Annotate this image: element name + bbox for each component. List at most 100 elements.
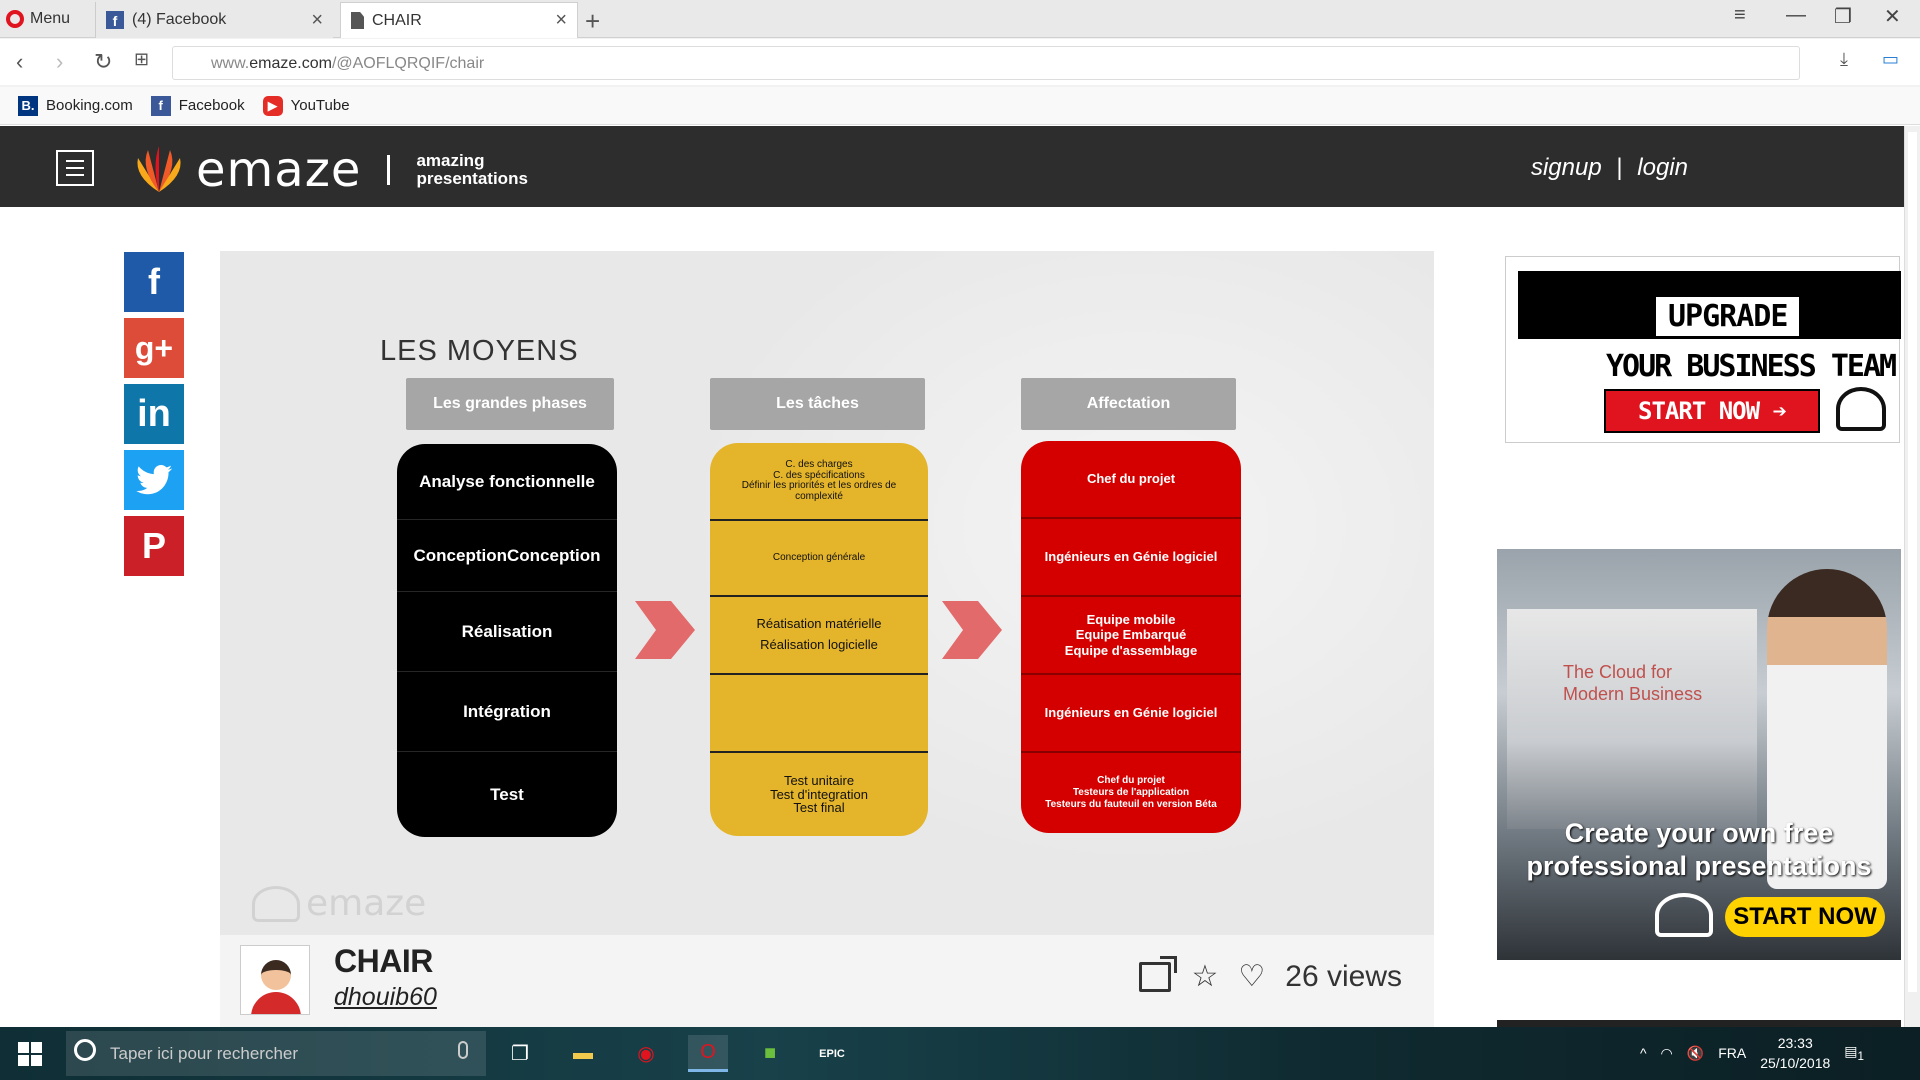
bookmark-label: YouTube [290, 97, 350, 114]
tab-menu-icon[interactable]: ≡ [1734, 4, 1746, 27]
reload-button[interactable]: ↻ [94, 49, 112, 75]
notifications-icon[interactable]: ▤1 [1844, 1043, 1864, 1063]
close-tab-icon[interactable]: × [555, 9, 567, 32]
affectation-line: Testeurs du fauteuil en version Béta [1045, 799, 1217, 810]
cortana-icon[interactable] [74, 1039, 96, 1061]
signup-link[interactable]: signup [1531, 154, 1602, 181]
ad-headline: Create your own free professional presen… [1497, 817, 1901, 883]
address-bar[interactable]: www.emaze.com/@AOFLQRQIF/chair [172, 46, 1800, 80]
phase-label: Analyse fonctionnelle [419, 471, 595, 491]
share-facebook-button[interactable]: f [124, 252, 184, 312]
header-affectation: Affectation [1021, 378, 1236, 430]
presentation-slide[interactable]: LES MOYENS Les grandes phases Les tâches… [220, 251, 1434, 935]
twitter-bird-icon [136, 465, 172, 495]
hamburger-menu-button[interactable] [56, 150, 94, 186]
clock[interactable]: 23:33 25/10/2018 [1760, 1033, 1830, 1073]
notification-count: 1 [1857, 1049, 1864, 1063]
youtube-icon: ▶ [262, 95, 283, 116]
tache-cell: C. des charges C. des spécifications Déf… [710, 443, 928, 521]
bookmark-label: Booking.com [46, 97, 133, 114]
tache-line: C. des charges [785, 459, 853, 470]
share-pinterest-button[interactable]: P [124, 516, 184, 576]
taskbar-search-input[interactable]: Taper ici pour rechercher [66, 1031, 486, 1076]
affectation-line: Equipe d'assemblage [1064, 642, 1198, 658]
affectation-cell: Chef du projet Testeurs de l'application… [1021, 753, 1241, 833]
share-googleplus-button[interactable]: g+ [124, 318, 184, 378]
close-tab-icon[interactable]: × [311, 9, 323, 32]
tab-chair[interactable]: CHAIR × [340, 2, 578, 38]
bookmark-booking[interactable]: B. Booking.com [18, 95, 133, 116]
bookmark-facebook[interactable]: f Facebook [150, 95, 245, 116]
clock-date: 25/10/2018 [1760, 1055, 1831, 1071]
login-link[interactable]: login [1637, 154, 1688, 181]
epic-games-icon[interactable]: EPIC [812, 1035, 852, 1072]
minimize-button[interactable]: — [1786, 4, 1806, 27]
ad-start-now-button[interactable]: START NOW [1725, 897, 1885, 937]
tache-line: complexité [795, 490, 843, 502]
watermark-text: emaze [306, 883, 427, 924]
avatar-head [261, 960, 291, 990]
opera-menu-button[interactable]: Menu [6, 6, 70, 32]
ad-headline-line: professional presentations [1526, 851, 1872, 881]
windows-taskbar: Taper ici pour rechercher ❐ ▬ ◉ O ■ EPIC… [0, 1027, 1920, 1080]
phase-cell: Réalisation [397, 592, 617, 672]
maximize-button[interactable]: ❐ [1834, 4, 1852, 29]
tab-facebook[interactable]: f (4) Facebook × [95, 2, 333, 38]
speed-dial-icon[interactable]: ⊞ [134, 49, 149, 70]
language-indicator[interactable]: FRA [1718, 1045, 1746, 1061]
site-header: emaze amazing presentations signup | log… [0, 126, 1904, 207]
opera-taskbar-icon[interactable]: O [688, 1035, 728, 1072]
emaze-logo[interactable]: emaze amazing presentations [130, 142, 528, 198]
store-icon[interactable]: ■ [750, 1035, 790, 1072]
ad-upgrade-banner[interactable]: UPGRADE YOUR BUSINESS TEAM START NOW ➔ [1505, 256, 1901, 443]
system-tray: ^ ◠ 🔇 FRA 23:33 25/10/2018 ▤1 [1640, 1033, 1864, 1073]
forward-button[interactable]: › [56, 49, 63, 75]
tache-cell: Réatisation matérielle Réalisation logic… [710, 597, 928, 675]
ad-screen-text: The Cloud for Modern Business [1563, 661, 1702, 705]
volume-icon[interactable]: 🔇 [1687, 1045, 1704, 1062]
auth-separator: | [1616, 154, 1623, 181]
affectation-cell: Ingénieurs en Génie logiciel [1021, 519, 1241, 597]
pinterest-icon: P [141, 525, 166, 566]
scroll-thumb[interactable] [1908, 132, 1917, 992]
star-icon[interactable]: ☆ [1191, 959, 1218, 994]
tab-bar: Menu f (4) Facebook × CHAIR × + ≡ — ❐ ✕ [0, 0, 1920, 38]
peacock-logo-icon [1655, 893, 1713, 937]
share-icon[interactable] [1139, 955, 1178, 992]
heart-icon[interactable]: ♡ [1238, 959, 1265, 994]
page-scrollbar[interactable] [1904, 126, 1920, 1027]
avatar-body [251, 992, 301, 1014]
avatar[interactable] [240, 945, 310, 1015]
close-window-button[interactable]: ✕ [1884, 4, 1901, 29]
page-icon [351, 12, 364, 29]
ad-start-now-button[interactable]: START NOW ➔ [1604, 389, 1820, 433]
share-linkedin-button[interactable]: in [124, 384, 184, 444]
tab-label: CHAIR [372, 11, 422, 29]
ad-create-presentations[interactable]: The Cloud for Modern Business Create you… [1497, 549, 1901, 960]
windows-start-button[interactable] [18, 1042, 42, 1066]
taches-column: C. des charges C. des spécifications Déf… [710, 443, 928, 836]
bookmark-youtube[interactable]: ▶ YouTube [262, 95, 350, 116]
app-icon-red[interactable]: ◉ [626, 1035, 666, 1072]
sidebar-icon[interactable]: ▭ [1882, 49, 1899, 70]
author-link[interactable]: dhouib60 [334, 983, 437, 1012]
tache-cell: Test unitaire Test d'integration Test fi… [710, 753, 928, 836]
task-view-icon[interactable]: ❐ [500, 1035, 540, 1072]
download-icon[interactable]: ⤓ [1840, 49, 1848, 70]
booking-icon: B. [18, 95, 38, 116]
share-twitter-button[interactable]: t [124, 450, 184, 510]
auth-links: signup | login [1531, 154, 1688, 182]
file-explorer-icon[interactable]: ▬ [563, 1035, 603, 1072]
url-path: /@AOFLQRQIF/chair [331, 55, 485, 72]
network-icon[interactable]: ◠ [1661, 1045, 1673, 1062]
microphone-icon[interactable] [458, 1041, 468, 1059]
tache-line: Test final [793, 800, 845, 816]
affectation-line: Testeurs de l'application [1072, 787, 1190, 798]
affectation-line: Chef du projet [1086, 471, 1176, 487]
url-domain: emaze.com [249, 55, 332, 72]
tache-line: Définir les priorités et les ordres de [741, 480, 897, 491]
back-button[interactable]: ‹ [16, 49, 23, 75]
chevron-up-icon[interactable]: ^ [1640, 1045, 1647, 1061]
new-tab-button[interactable]: + [585, 6, 600, 37]
affectation-line: Equipe mobile [1086, 611, 1176, 627]
